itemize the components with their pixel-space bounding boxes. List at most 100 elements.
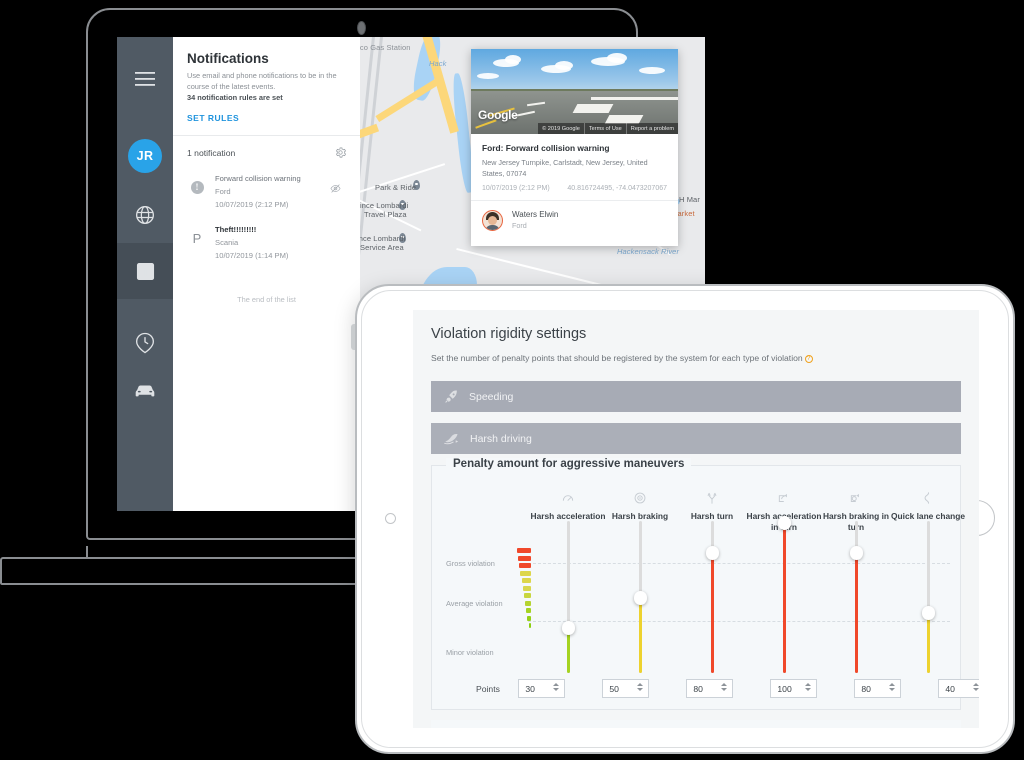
page-title: Violation rigidity settings bbox=[431, 326, 587, 342]
popup-driver[interactable]: Waters Elwin Ford bbox=[471, 201, 678, 240]
notification-item[interactable]: P Theft!!!!!!!!! Scania 10/07/2019 (1:14 PM… bbox=[173, 218, 360, 269]
slider-thumb[interactable] bbox=[561, 621, 575, 635]
notifications-description: Use email and phone notifications to be … bbox=[187, 71, 337, 91]
tablet-volume-button[interactable] bbox=[351, 324, 355, 350]
popup-info: Ford: Forward collision warning New Jers… bbox=[471, 134, 678, 200]
slider-fill bbox=[783, 523, 786, 673]
sidebar-item-vehicles[interactable] bbox=[117, 363, 173, 419]
driver-vehicle: Ford bbox=[512, 221, 527, 231]
stepper-arrows-icon[interactable] bbox=[721, 683, 728, 691]
slider-fill bbox=[711, 553, 714, 673]
points-cell: 100 bbox=[752, 679, 836, 698]
points-cell: 80 bbox=[668, 679, 752, 698]
points-cell: 40 bbox=[920, 679, 979, 698]
eye-off-icon[interactable] bbox=[330, 173, 346, 199]
slider-thumb[interactable] bbox=[705, 546, 719, 560]
points-cells: 30 50 80 100 80 40 bbox=[500, 679, 979, 698]
points-value: 30 bbox=[525, 683, 535, 694]
points-value: 50 bbox=[609, 683, 619, 694]
slider-fill bbox=[855, 553, 858, 673]
gear-icon[interactable] bbox=[335, 147, 346, 159]
streetview-image[interactable]: Google © 2019 Google Terms of Use Report a… bbox=[471, 49, 678, 134]
points-stepper[interactable]: 50 bbox=[602, 679, 650, 698]
avatar[interactable]: JR bbox=[128, 139, 162, 173]
scale-label-gross: Gross violation bbox=[446, 559, 495, 568]
notification-rules-count: 34 notification rules are set bbox=[187, 93, 283, 103]
points-label: Points bbox=[476, 683, 500, 694]
points-stepper[interactable]: 40 bbox=[938, 679, 979, 698]
slider-thumb[interactable] bbox=[921, 606, 935, 620]
stepper-arrows-icon[interactable] bbox=[805, 683, 812, 691]
gradient-scale-bar bbox=[519, 563, 531, 568]
sidebar-item-menu[interactable] bbox=[117, 51, 173, 107]
page-subtitle-text: Set the number of penalty points that sh… bbox=[431, 353, 803, 363]
stepper-arrows-icon[interactable] bbox=[637, 683, 644, 691]
map-label: Vince Lombardi bbox=[355, 201, 409, 210]
slider-thumb[interactable] bbox=[777, 516, 791, 530]
stepper-arrows-icon[interactable] bbox=[889, 683, 896, 691]
map-highway-ramp bbox=[375, 78, 439, 123]
points-stepper[interactable]: 80 bbox=[686, 679, 734, 698]
sidebar-item-reports[interactable] bbox=[117, 243, 173, 299]
gradient-scale-bar bbox=[520, 570, 531, 576]
gradient-scale-bar bbox=[526, 608, 531, 613]
attribution-item[interactable]: © 2019 Google bbox=[538, 123, 584, 134]
bar-chart-icon bbox=[136, 262, 154, 280]
map-label: Hackensack River bbox=[617, 247, 680, 256]
notification-item[interactable]: ! Forward collision warning Ford 10/07/2019… bbox=[173, 167, 360, 218]
notifications-subbar: 1 notification bbox=[173, 136, 360, 167]
points-value: 40 bbox=[945, 683, 955, 694]
notification-name: Forward collision warning bbox=[215, 174, 301, 184]
chart-gridline bbox=[528, 621, 950, 622]
points-stepper[interactable]: 30 bbox=[518, 679, 566, 698]
section-harsh-driving[interactable]: Harsh driving bbox=[431, 423, 961, 454]
notification-time: 10/07/2019 (1:14 PM) bbox=[215, 251, 289, 260]
notification-body: Forward collision warning Ford 10/07/2019 … bbox=[205, 173, 330, 212]
stepper-arrows-icon[interactable] bbox=[973, 683, 979, 691]
streetview-attribution: © 2019 Google Terms of Use Report a proble… bbox=[538, 123, 678, 134]
stepper-arrows-icon[interactable] bbox=[553, 683, 560, 691]
driver-avatar bbox=[482, 209, 503, 231]
map-label: H Mar bbox=[679, 195, 700, 204]
notification-count-label: 1 notification bbox=[187, 147, 236, 158]
points-stepper[interactable]: 100 bbox=[770, 679, 818, 698]
section-speeding[interactable]: Speeding bbox=[431, 381, 961, 412]
gradient-scale-bar bbox=[518, 555, 531, 561]
rocket-icon bbox=[445, 390, 457, 403]
slider-chart: Gross violation Average violation Minor … bbox=[432, 488, 965, 673]
harsh-driving-icon bbox=[444, 433, 459, 444]
popup-coordinates: 40.816724495, -74.0473207067 bbox=[567, 184, 667, 192]
points-cell: 50 bbox=[584, 679, 668, 698]
slider-column-header: Quick lane change bbox=[886, 488, 970, 522]
popup-meta: 10/07/2019 (2:12 PM) 40.816724495, -74.0… bbox=[482, 185, 667, 192]
clock-pin-icon bbox=[135, 332, 155, 354]
parking-badge-icon: P bbox=[192, 231, 202, 247]
alert-icon: ! bbox=[189, 173, 205, 195]
map-label: Travel Plaza bbox=[364, 210, 407, 219]
set-rules-button[interactable]: SET RULES bbox=[187, 113, 346, 123]
notifications-panel: Notifications Use email and phone notifi… bbox=[173, 37, 360, 511]
notification-body: Theft!!!!!!!!! Scania 10/07/2019 (1:14 PM) bbox=[205, 224, 330, 263]
end-of-list-label: The end of the list bbox=[237, 294, 296, 304]
points-cell: 80 bbox=[836, 679, 920, 698]
globe-icon bbox=[136, 206, 154, 224]
chart-gridline bbox=[528, 563, 950, 564]
scale-label-minor: Minor violation bbox=[446, 648, 494, 657]
map-label: Hack bbox=[429, 59, 447, 68]
map-label: Service Area bbox=[360, 243, 404, 252]
page-title: Notifications bbox=[187, 51, 269, 66]
driver-name: Waters Elwin bbox=[512, 210, 559, 220]
attribution-item[interactable]: Report a problem bbox=[625, 123, 678, 134]
section-label: Harsh driving bbox=[470, 432, 532, 445]
gradient-scale-bar bbox=[523, 593, 531, 598]
points-row: Points 30 50 80 100 80 40 bbox=[432, 679, 979, 698]
help-icon[interactable]: ? bbox=[804, 355, 813, 363]
penalty-panel: Penalty amount for aggressive maneuvers … bbox=[431, 458, 979, 710]
slider-thumb[interactable] bbox=[633, 591, 647, 605]
sidebar-item-globe[interactable] bbox=[117, 187, 173, 243]
penalty-panel-legend: Penalty amount for aggressive maneuvers bbox=[446, 458, 692, 470]
slider-thumb[interactable] bbox=[849, 546, 863, 560]
map-label: Park & Ride bbox=[375, 183, 417, 192]
points-stepper[interactable]: 80 bbox=[854, 679, 902, 698]
attribution-item[interactable]: Terms of Use bbox=[583, 123, 626, 134]
